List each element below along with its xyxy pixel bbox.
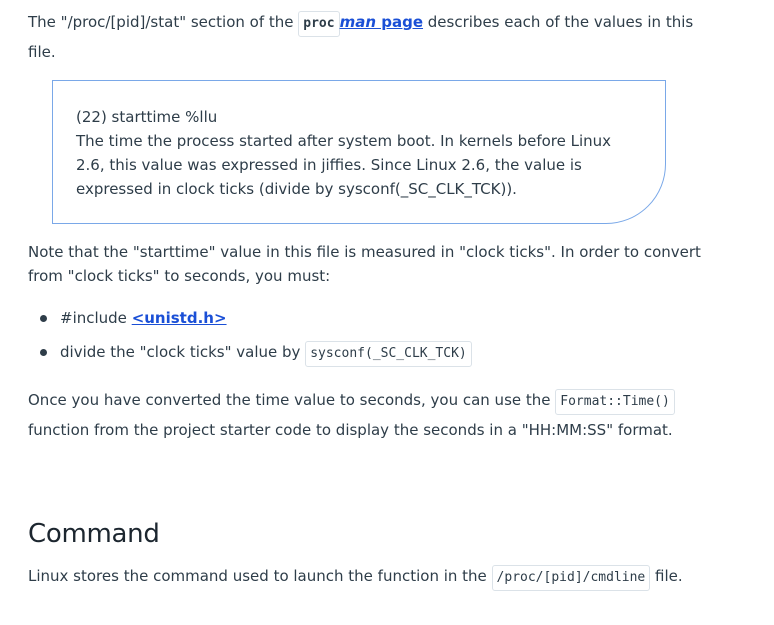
steps-list: #include <unistd.h> divide the "clock ti…	[28, 304, 708, 372]
cmdline-code: /proc/[pid]/cmdline	[491, 565, 651, 591]
note-paragraph: Note that the "starttime" value in this …	[28, 243, 701, 285]
man-page-link[interactable]: man page	[340, 13, 423, 31]
convert-paragraph: Once you have converted the time value t…	[28, 386, 708, 445]
command-heading: Command	[28, 519, 160, 549]
starttime-blockquote: (22) starttime %llu The time the process…	[52, 80, 666, 224]
unistd-link[interactable]: <unistd.h>	[132, 309, 227, 327]
quote-body: The time the process started after syste…	[76, 132, 612, 198]
intro-paragraph: The "/proc/[pid]/stat" section of the pr…	[28, 8, 708, 67]
list-item: divide the "clock ticks" value by syscon…	[28, 338, 708, 372]
proc-code: proc	[298, 11, 340, 37]
intro-text-before: The "/proc/[pid]/stat" section of the	[28, 13, 299, 31]
list-item: #include <unistd.h>	[28, 304, 708, 338]
command-paragraph: Linux stores the command used to launch …	[28, 562, 708, 592]
quote-heading: (22) starttime %llu	[76, 108, 218, 126]
sysconf-code: sysconf(_SC_CLK_TCK)	[305, 341, 472, 367]
format-time-code: Format::Time()	[555, 389, 675, 415]
